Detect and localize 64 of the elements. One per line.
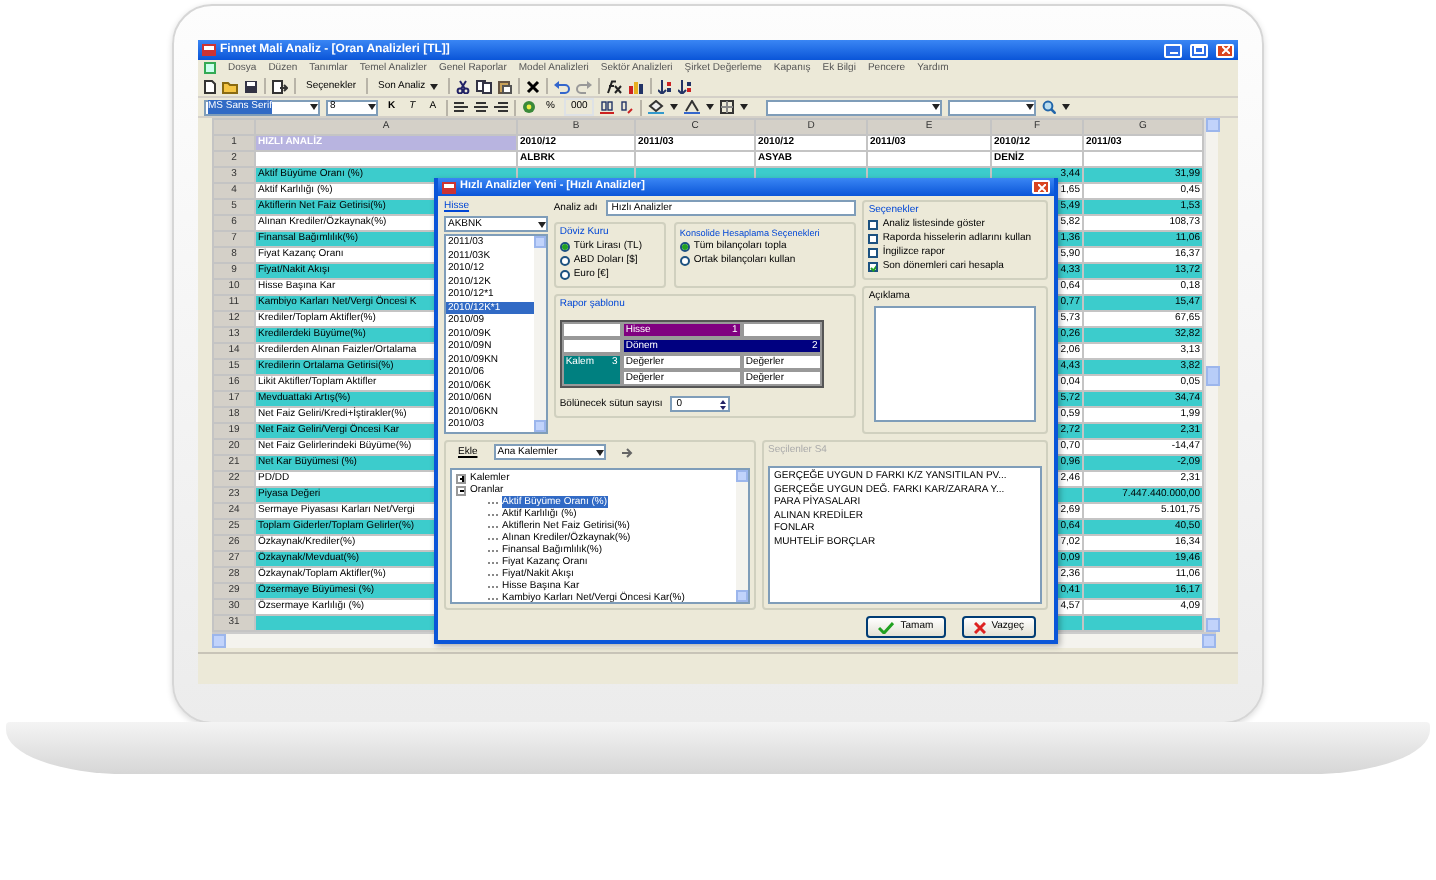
font-color-icon[interactable] xyxy=(683,100,700,114)
check-icon xyxy=(878,621,895,633)
expander-icon[interactable] xyxy=(456,473,466,483)
align-right-icon[interactable] xyxy=(494,101,509,113)
minimize-icon xyxy=(1169,46,1177,54)
checkbox[interactable] xyxy=(868,248,879,258)
paste-icon[interactable] xyxy=(497,79,512,93)
caret-icon xyxy=(669,104,678,110)
add-arrow-icon[interactable] xyxy=(621,447,634,457)
close-button[interactable] xyxy=(1032,180,1050,194)
caret-icon xyxy=(931,104,940,110)
close-icon xyxy=(1037,183,1045,191)
chart-icon[interactable] xyxy=(627,79,644,93)
undo-icon[interactable] xyxy=(553,79,570,93)
check-icon xyxy=(870,263,877,271)
checkbox[interactable] xyxy=(868,220,879,230)
currency-icon[interactable] xyxy=(522,100,537,114)
radio-button[interactable] xyxy=(679,256,690,266)
caret-icon xyxy=(739,104,748,110)
document-icon xyxy=(204,62,216,74)
fill-color-icon[interactable] xyxy=(647,100,664,114)
save-icon[interactable] xyxy=(244,79,258,93)
radio-button[interactable] xyxy=(679,242,690,252)
dropdown-field[interactable] xyxy=(947,99,1036,115)
maximize-button[interactable] xyxy=(1190,43,1208,57)
copy-icon[interactable] xyxy=(475,79,492,93)
cancel-icon xyxy=(973,621,986,633)
caret-icon xyxy=(705,104,714,110)
delete-icon[interactable] xyxy=(525,79,540,93)
caret-icon xyxy=(429,83,438,89)
close-icon xyxy=(1221,46,1229,54)
close-button[interactable] xyxy=(1216,43,1234,57)
function-icon[interactable] xyxy=(605,79,622,93)
radio-button[interactable] xyxy=(559,242,570,252)
checkbox[interactable] xyxy=(868,234,879,244)
caret-icon xyxy=(310,104,318,110)
caret-icon xyxy=(1061,104,1070,110)
align-center-icon[interactable] xyxy=(474,101,489,113)
increase-decimal-icon[interactable] xyxy=(599,100,614,114)
description-field[interactable] xyxy=(874,306,1036,422)
vertical-scrollbar[interactable] xyxy=(1204,118,1218,632)
decrease-decimal-icon[interactable] xyxy=(619,100,634,114)
template-cell xyxy=(741,322,822,338)
expander-icon[interactable] xyxy=(456,485,466,495)
caret-icon xyxy=(1025,104,1034,110)
caret-icon xyxy=(368,104,376,110)
sort-ascending-icon[interactable] xyxy=(657,79,672,93)
radio-button[interactable] xyxy=(559,270,570,280)
app-icon xyxy=(442,181,456,193)
sort-descending-icon[interactable] xyxy=(677,79,692,93)
dropdown-field[interactable] xyxy=(765,99,942,115)
new-file-icon[interactable] xyxy=(204,79,216,93)
radio-button[interactable] xyxy=(559,256,570,266)
scissors-icon[interactable] xyxy=(455,79,470,93)
maximize-icon xyxy=(1194,46,1204,54)
caret-icon xyxy=(537,221,546,227)
app-icon xyxy=(202,44,216,56)
borders-icon[interactable] xyxy=(719,100,734,114)
search-icon[interactable] xyxy=(1041,100,1056,114)
scroll-thumb[interactable] xyxy=(1206,365,1220,385)
minimize-button[interactable] xyxy=(1164,43,1182,57)
checkbox[interactable] xyxy=(868,262,879,272)
spin-arrows-icon xyxy=(718,398,729,412)
align-left-icon[interactable] xyxy=(454,101,469,113)
